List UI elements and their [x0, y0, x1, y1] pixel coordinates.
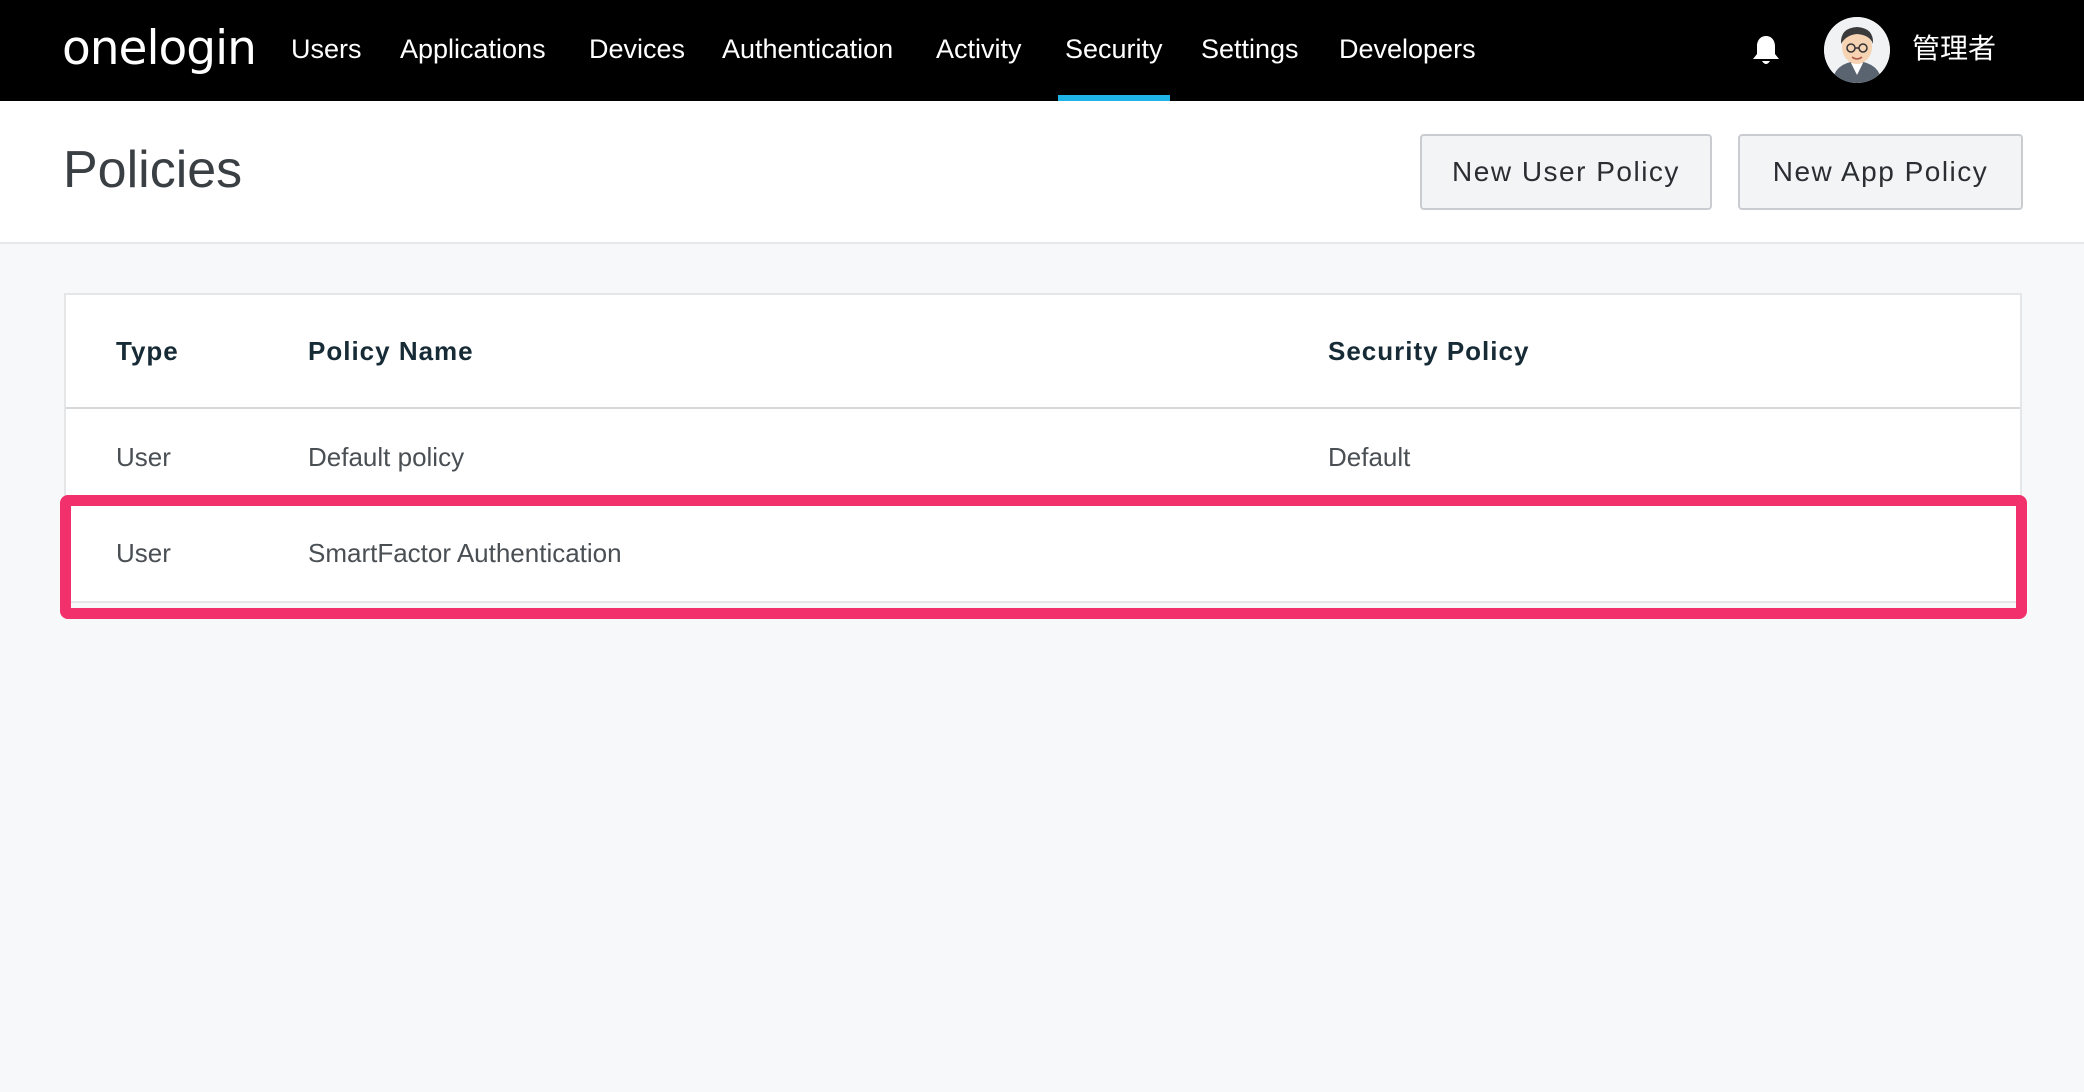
nav-item-authentication[interactable]: Authentication: [722, 0, 893, 101]
user-name[interactable]: 管理者: [1912, 0, 1996, 98]
bell-icon[interactable]: [1752, 34, 1780, 66]
table-header: Type Policy Name Security Policy: [66, 295, 2020, 409]
nav-item-developers[interactable]: Developers: [1339, 0, 1476, 101]
top-navigation-bar: onelogin Users Applications Devices Auth…: [0, 0, 2084, 101]
table-row[interactable]: User Default policy Default: [66, 409, 2020, 505]
nav-item-security[interactable]: Security: [1058, 0, 1170, 101]
nav-item-applications[interactable]: Applications: [400, 0, 546, 101]
column-header-security-policy: Security Policy: [1328, 336, 1530, 366]
policies-table: Type Policy Name Security Policy User De…: [64, 293, 2022, 603]
cell-type: User: [116, 538, 171, 568]
cell-security-policy: Default: [1328, 442, 1411, 472]
onelogin-logo[interactable]: onelogin: [62, 20, 257, 78]
page-header: Policies New User Policy New App Policy: [0, 101, 2084, 244]
column-header-type: Type: [116, 336, 179, 366]
cell-policy-name: Default policy: [308, 442, 465, 472]
nav-item-users[interactable]: Users: [291, 0, 362, 101]
new-app-policy-button[interactable]: New App Policy: [1738, 134, 2023, 210]
nav-item-activity[interactable]: Activity: [936, 0, 1022, 101]
nav-item-devices[interactable]: Devices: [589, 0, 685, 101]
user-avatar-icon[interactable]: [1824, 17, 1890, 83]
new-user-policy-button[interactable]: New User Policy: [1420, 134, 1712, 210]
page-title: Policies: [63, 141, 243, 199]
table-row[interactable]: User SmartFactor Authentication: [66, 505, 2020, 601]
cell-type: User: [116, 442, 171, 472]
nav-item-settings[interactable]: Settings: [1201, 0, 1299, 101]
cell-policy-name: SmartFactor Authentication: [308, 538, 622, 568]
column-header-policy-name: Policy Name: [308, 336, 474, 366]
